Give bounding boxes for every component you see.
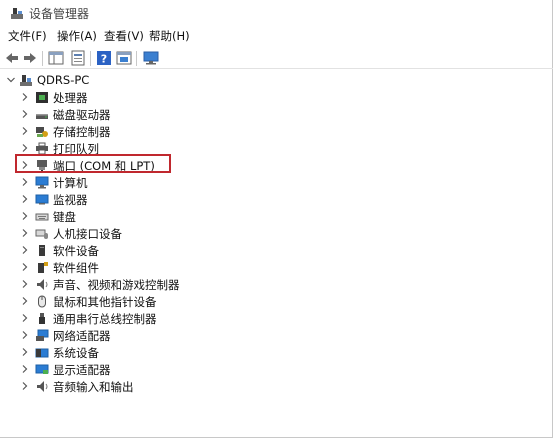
speaker-icon [37,279,48,290]
tree-item-display-adapters[interactable]: 显示适配器 [0,361,250,377]
help-icon[interactable]: ? [96,50,112,66]
tree-item-software-components[interactable]: 软件组件 [0,259,250,275]
menu-action[interactable]: 操作(A) [57,28,97,44]
tree-item-label: 键盘 [53,210,76,224]
tree-item-audio-io[interactable]: 音频输入和输出 [0,378,250,394]
chevron-right-icon[interactable] [20,296,30,306]
chevron-right-icon[interactable] [20,92,30,102]
toolbar: ? [0,47,553,69]
chevron-right-icon[interactable] [20,194,30,204]
software-device-icon [39,245,45,256]
toolbar-divider [0,68,553,69]
computer-icon [35,176,49,189]
window-title: 设备管理器 [29,7,90,21]
storage-controller-icon [36,127,48,137]
chevron-right-icon[interactable] [20,126,30,136]
chevron-right-icon[interactable] [20,262,30,272]
device-manager-window: 设备管理器 文件(F) 操作(A) 查看(V) 帮助(H) ? QDRS-PC … [0,0,553,438]
disk-drive-icon [36,114,48,119]
toolbar-separator [42,51,43,66]
processor-icon [36,92,48,103]
tree-item-processor[interactable]: 处理器 [0,89,250,105]
properties-icon[interactable] [70,50,86,66]
tree-item-storage-controllers[interactable]: 存储控制器 [0,123,250,139]
tree-item-label: 磁盘驱动器 [53,108,111,122]
tree-item-label: 显示适配器 [53,363,111,377]
chevron-right-icon[interactable] [20,177,30,187]
tree-item-label: 鼠标和其他指针设备 [53,295,157,309]
chevron-right-icon[interactable] [20,313,30,323]
tree-item-label: 系统设备 [53,346,99,360]
tree-item-usb-controllers[interactable]: 通用串行总线控制器 [0,310,250,326]
svg-text:?: ? [101,53,107,66]
tree-item-computer[interactable]: 计算机 [0,174,250,190]
hid-icon [35,229,48,239]
chevron-right-icon[interactable] [20,381,30,391]
chevron-right-icon[interactable] [20,330,30,340]
menu-view[interactable]: 查看(V) [104,28,144,44]
tree-item-mice[interactable]: 鼠标和其他指针设备 [0,293,250,309]
tree-item-label: 处理器 [53,91,88,105]
chevron-right-icon[interactable] [20,211,30,221]
tree-item-label: 人机接口设备 [53,227,122,241]
tree-item-software-devices[interactable]: 软件设备 [0,242,250,258]
tree-item-system-devices[interactable]: 系统设备 [0,344,250,360]
device-tree: QDRS-PC 处理器 磁盘驱动器 存储控制器 打印队列 端口 (COM 和 L… [0,70,553,438]
scan-hardware-icon[interactable] [143,50,159,66]
tree-item-label: 软件组件 [53,261,99,275]
keyboard-icon [35,213,49,221]
chevron-right-icon[interactable] [20,228,30,238]
tree-item-disk-drives[interactable]: 磁盘驱动器 [0,106,250,122]
ports-highlight-box [15,154,171,173]
tree-item-label: 软件设备 [53,244,99,258]
menu-help[interactable]: 帮助(H) [149,28,190,44]
tree-item-label: 计算机 [53,176,88,190]
chevron-down-icon[interactable] [6,75,16,85]
toolbar-separator [136,51,137,66]
tree-item-sound-video-game[interactable]: 声音、视频和游戏控制器 [0,276,250,292]
back-arrow-icon[interactable] [4,50,20,66]
tree-item-label: 监视器 [53,193,88,207]
display-adapter-icon [35,364,49,374]
tree-root-node[interactable]: QDRS-PC [0,72,200,88]
system-device-icon [35,348,49,358]
menu-bar: 文件(F) 操作(A) 查看(V) 帮助(H) [0,27,553,45]
tree-item-label: 网络适配器 [53,329,111,343]
chevron-right-icon[interactable] [20,245,30,255]
network-adapter-icon [36,329,49,341]
tree-item-keyboards[interactable]: 键盘 [0,208,250,224]
monitor-icon [35,194,49,205]
chevron-right-icon[interactable] [20,347,30,357]
tree-item-label: 声音、视频和游戏控制器 [53,278,180,292]
tree-root-label: QDRS-PC [37,73,90,87]
device-manager-icon [11,8,23,19]
tree-item-label: 音频输入和输出 [53,380,134,394]
chevron-right-icon[interactable] [20,143,30,153]
usb-icon [39,313,45,324]
toolbar-separator [90,51,91,66]
tree-item-hid[interactable]: 人机接口设备 [0,225,250,241]
menu-file[interactable]: 文件(F) [8,28,47,44]
software-component-icon [38,262,48,273]
forward-arrow-icon[interactable] [22,50,38,66]
audio-io-icon [37,381,48,392]
tree-item-network-adapters[interactable]: 网络适配器 [0,327,250,343]
tree-item-label: 存储控制器 [53,125,111,139]
computer-root-icon [20,75,32,86]
chevron-right-icon[interactable] [20,364,30,374]
tree-item-label: 通用串行总线控制器 [53,312,157,326]
chevron-right-icon[interactable] [20,279,30,289]
show-hide-tree-icon[interactable] [48,50,64,66]
mouse-icon [38,295,46,308]
update-driver-icon[interactable] [116,50,132,66]
chevron-right-icon[interactable] [20,109,30,119]
title-bar: 设备管理器 [0,0,553,25]
tree-item-monitors[interactable]: 监视器 [0,191,250,207]
